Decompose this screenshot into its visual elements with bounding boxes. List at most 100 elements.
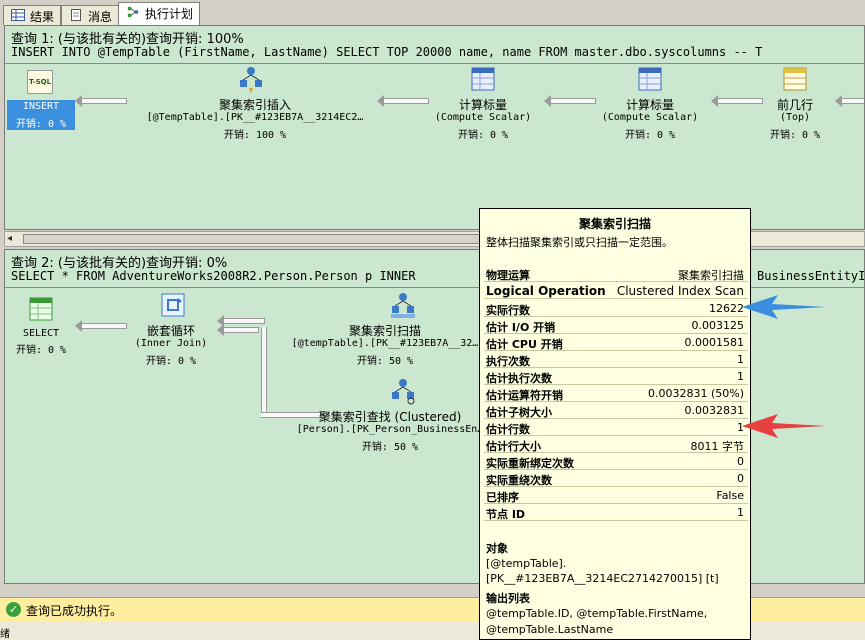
- success-check-icon: ✓: [6, 602, 21, 617]
- red-annotation-arrow-icon: [742, 414, 826, 438]
- clustered-index-insert-icon: [240, 67, 262, 93]
- query1-divider: [5, 63, 864, 64]
- tab-messages[interactable]: 消息: [61, 5, 120, 25]
- compute-scalar-cost-2: 开销: 0 %: [624, 130, 676, 141]
- plan-arrow: [75, 95, 127, 107]
- clustered-index-seek-object: [Person].[PK_Person_BusinessEn…: [296, 424, 484, 435]
- property-label: 执行次数: [486, 355, 530, 368]
- property-label: 实际重新绑定次数: [486, 457, 574, 470]
- tooltip-property-row: 估计行大小 8011 字节: [484, 436, 748, 453]
- clustered-index-scan-node[interactable]: 聚集索引扫描 [@tempTable].[PK__#123EB7A__32… 开…: [285, 292, 485, 367]
- tooltip-property-row: 估计子树大小 0.0032831: [484, 402, 748, 419]
- query2-sql-tail: BusinessEntityID: [757, 269, 865, 283]
- clustered-index-seek-title: 聚集索引查找 (Clustered): [318, 410, 462, 424]
- tooltip-property-row: 实际重绕次数 0: [484, 470, 748, 487]
- select-title: SELECT: [22, 328, 60, 339]
- property-label: 实际行数: [486, 304, 530, 317]
- compute-scalar-title-1: 计算标量: [458, 98, 508, 112]
- property-value: False: [716, 489, 744, 502]
- nested-loop-sub: (Inner Join): [134, 338, 208, 349]
- property-value: Clustered Index Scan: [616, 284, 744, 298]
- plan-arrow-connector: [261, 327, 267, 417]
- property-label: 估计子树大小: [486, 406, 552, 419]
- grid-icon: [11, 9, 25, 21]
- property-value: 0.003125: [691, 319, 745, 332]
- select-node[interactable]: SELECT 开销: 0 %: [5, 296, 77, 356]
- tooltip-property-row: Logical Operation Clustered Index Scan: [484, 282, 748, 299]
- property-label: 估计行数: [486, 423, 530, 436]
- clustered-index-seek-icon: [392, 379, 415, 405]
- property-value: 0.0032831: [684, 404, 745, 417]
- blue-annotation-arrow-icon: [742, 295, 826, 319]
- plan-icon: [127, 6, 139, 18]
- query1-plan-pane[interactable]: 查询 1: (与该批有关的)查询开销: 100% INSERT INTO @Te…: [4, 25, 865, 230]
- select-cost: 开销: 0 %: [15, 345, 67, 356]
- select-icon: [29, 297, 53, 321]
- property-label: 估计 CPU 开销: [486, 338, 563, 351]
- tsql-icon: T-SQL: [27, 70, 53, 94]
- tooltip-property-row: 估计 CPU 开销 0.0001581: [484, 334, 748, 351]
- insert-node-cost: 开销: 0 %: [15, 119, 67, 130]
- scrollbar-thumb[interactable]: [23, 234, 483, 244]
- property-value: 0.0001581: [684, 336, 745, 349]
- insert-node-title: INSERT: [22, 101, 60, 112]
- clustered-index-scan-cost: 开销: 50 %: [356, 356, 414, 367]
- nested-loop-icon: [161, 293, 185, 317]
- compute-scalar-icon: [638, 67, 662, 91]
- property-label: 节点 ID: [486, 508, 526, 521]
- clustered-index-scan-object: [@tempTable].[PK__#123EB7A__32…: [291, 338, 479, 349]
- top-icon: [783, 67, 807, 91]
- nested-loop-node[interactable]: 嵌套循环 (Inner Join) 开销: 0 %: [121, 292, 221, 367]
- tooltip-property-row: 估计执行次数 1: [484, 368, 748, 385]
- tooltip-property-row: 估计运算符开销 0.0032831 (50%): [484, 385, 748, 402]
- top-node[interactable]: 前几行 (Top) 开销: 0 %: [757, 66, 833, 141]
- operator-tooltip: 聚集索引扫描 整体扫描聚集索引或只扫描一定范围。 物理运算 聚集索引扫描 Log…: [479, 208, 751, 640]
- plan-arrow: [835, 95, 864, 107]
- scroll-left-icon[interactable]: ◂: [7, 233, 12, 244]
- property-value: 0.0032831 (50%): [647, 387, 744, 400]
- property-value: 1: [737, 370, 744, 383]
- tooltip-property-row: 物理运算 聚集索引扫描: [484, 265, 748, 282]
- insert-node-label-box[interactable]: INSERT 开销: 0 %: [7, 100, 75, 130]
- tooltip-property-row: 已排序 False: [484, 487, 748, 504]
- tab-messages-label: 消息: [88, 10, 113, 24]
- tab-results-label: 结果: [30, 10, 55, 24]
- property-value: 12622: [709, 302, 744, 315]
- clustered-index-scan-title: 聚集索引扫描: [348, 324, 422, 338]
- result-tab-strip: 结果 消息 执行计划: [0, 0, 865, 25]
- tooltip-object-line2: [PK__#123EB7A__3214EC2714270015] [t]: [486, 572, 719, 585]
- tooltip-property-row: 执行次数 1: [484, 351, 748, 368]
- compute-scalar-sub-1: (Compute Scalar): [434, 112, 532, 123]
- property-label: 估计运算符开销: [486, 389, 563, 402]
- tooltip-description: 整体扫描聚集索引或只扫描一定范围。: [486, 236, 673, 249]
- plan-arrow: [217, 324, 259, 336]
- clustered-index-insert-title: 聚集索引插入: [218, 98, 292, 112]
- top-sub: (Top): [779, 112, 811, 123]
- nested-loop-title: 嵌套循环: [146, 324, 196, 338]
- property-label: Logical Operation: [486, 284, 606, 298]
- tooltip-output-label: 输出列表: [486, 592, 530, 605]
- compute-scalar-node-2[interactable]: 计算标量 (Compute Scalar) 开销: 0 %: [590, 66, 710, 141]
- compute-scalar-sub-2: (Compute Scalar): [601, 112, 699, 123]
- tab-execution-plan[interactable]: 执行计划: [118, 2, 201, 25]
- clustered-index-scan-icon: [391, 293, 415, 318]
- tooltip-output-line2: @tempTable.LastName: [486, 623, 614, 636]
- property-value: 1: [737, 506, 744, 519]
- compute-scalar-icon: [471, 67, 495, 91]
- tooltip-object-label: 对象: [486, 542, 508, 555]
- clustered-index-insert-cost: 开销: 100 %: [223, 130, 287, 141]
- tooltip-property-row: 实际行数 12622: [484, 300, 748, 317]
- tooltip-property-row: 实际重新绑定次数 0: [484, 453, 748, 470]
- property-value: 聚集索引扫描: [678, 269, 744, 282]
- clustered-index-seek-node[interactable]: 聚集索引查找 (Clustered) [Person].[PK_Person_B…: [295, 378, 485, 453]
- compute-scalar-cost-1: 开销: 0 %: [457, 130, 509, 141]
- property-value: 8011 字节: [690, 440, 745, 453]
- property-label: 估计 I/O 开销: [486, 321, 556, 334]
- property-value: 0: [737, 472, 744, 485]
- property-value: 1: [737, 353, 744, 366]
- clustered-index-insert-node[interactable]: 聚集索引插入 [@TempTable].[PK__#123EB7A__3214E…: [135, 66, 375, 141]
- tab-results[interactable]: 结果: [3, 5, 62, 25]
- property-label: 物理运算: [486, 269, 530, 282]
- compute-scalar-node-1[interactable]: 计算标量 (Compute Scalar) 开销: 0 %: [423, 66, 543, 141]
- tab-execution-plan-label: 执行计划: [145, 7, 194, 21]
